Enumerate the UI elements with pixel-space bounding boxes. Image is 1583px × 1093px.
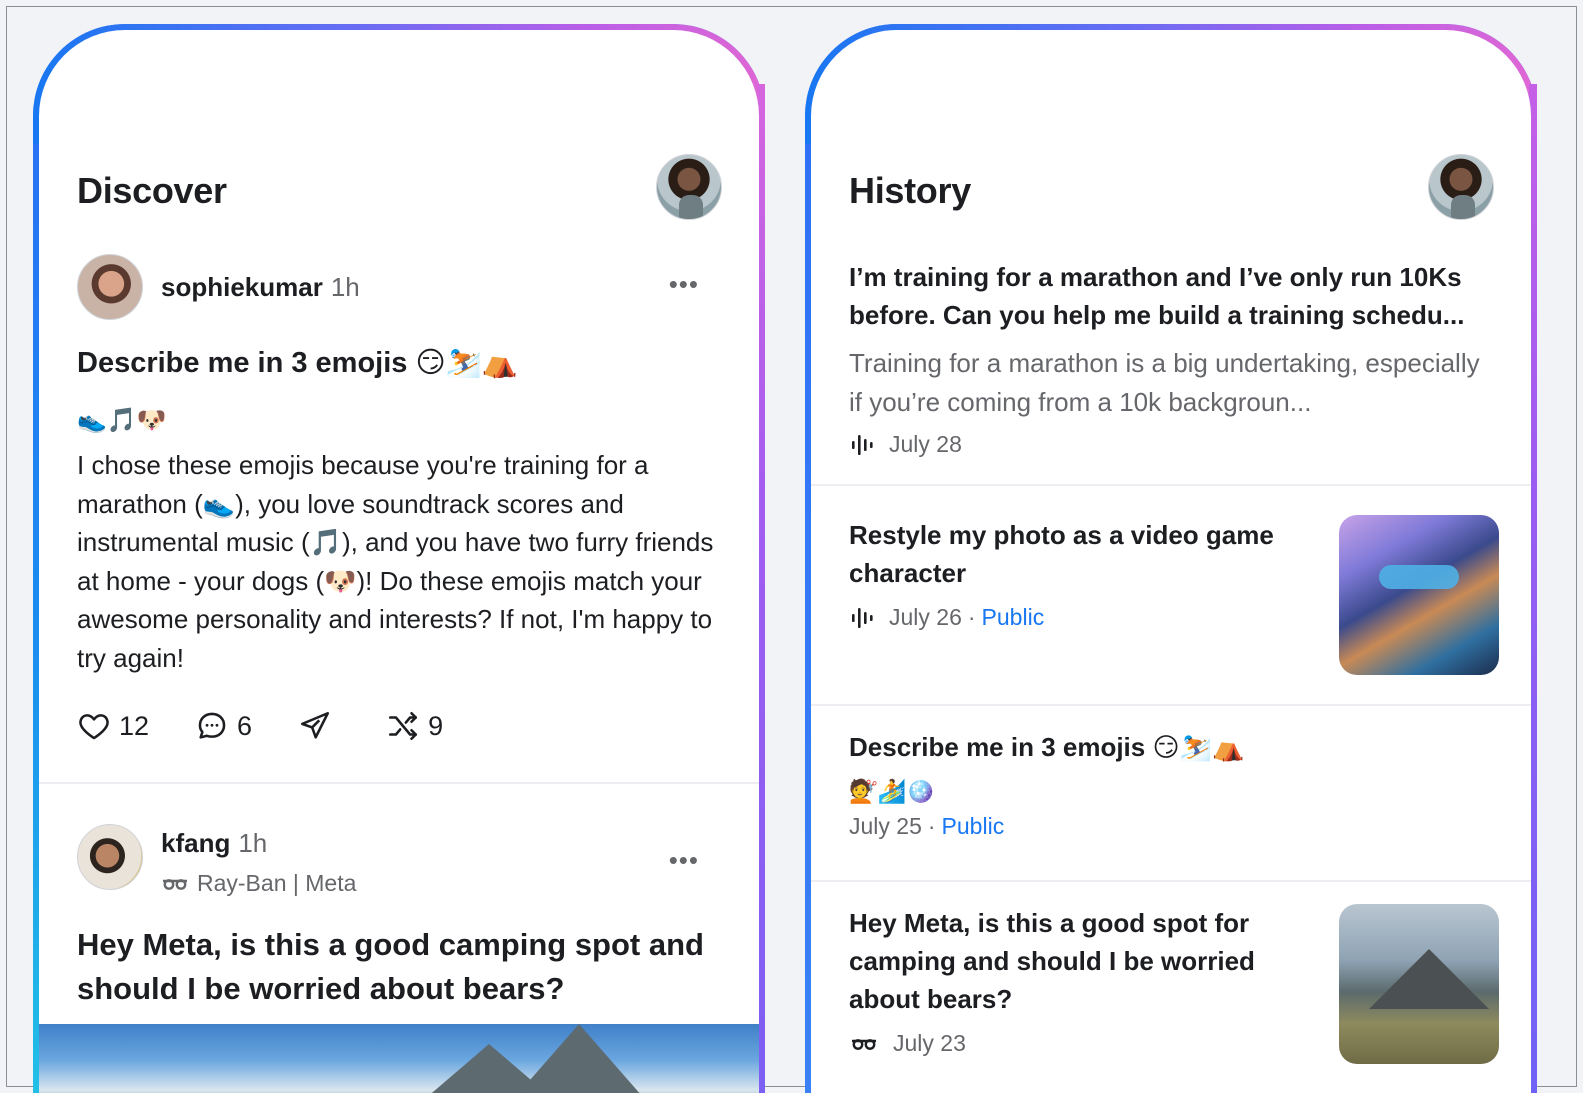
page-title: History — [849, 170, 971, 211]
history-divider — [811, 880, 1531, 882]
meta-separator: · — [927, 813, 936, 839]
history-item[interactable]: Restyle my photo as a video game charact… — [849, 516, 1319, 631]
post-time: 1h — [330, 272, 360, 302]
glasses-icon — [163, 878, 187, 890]
post-header: sophiekumar 1h ••• — [77, 254, 717, 320]
visibility-link[interactable]: Public — [942, 813, 1005, 840]
share-button[interactable] — [298, 709, 340, 743]
history-emojis: 💇🏄🪩 — [849, 779, 935, 805]
heart-icon — [79, 714, 109, 740]
device-label: Ray-Ban | Meta — [161, 870, 356, 897]
post-divider — [39, 782, 759, 784]
page-title: Discover — [77, 170, 227, 211]
voice-waveform-icon — [852, 434, 873, 455]
history-meta: July 26 · Public — [849, 604, 1319, 631]
post-body: I chose these emojis because you're trai… — [77, 450, 714, 673]
like-button[interactable]: 12 — [77, 709, 149, 743]
history-item[interactable]: Hey Meta, is this a good spot for campin… — [849, 904, 1299, 1057]
history-divider — [811, 704, 1531, 706]
remix-button[interactable]: 9 — [386, 709, 443, 743]
comment-count: 6 — [237, 710, 253, 741]
history-thumbnail[interactable] — [1339, 515, 1499, 675]
post-title: Describe me in 3 emojis 😏⛷️⛺ — [77, 347, 518, 379]
post-time: 1h — [238, 828, 268, 858]
post-author[interactable]: kfang 1h — [161, 828, 267, 859]
meta-separator: · — [967, 604, 976, 630]
history-meta: July 28 — [849, 431, 1499, 458]
send-icon — [301, 711, 330, 739]
voice-waveform-icon — [852, 607, 873, 628]
history-question: Restyle my photo as a video game charact… — [849, 520, 1274, 588]
device-name: Ray-Ban | Meta — [197, 870, 357, 896]
history-thumbnail[interactable] — [1339, 904, 1499, 1064]
glasses-icon — [852, 1038, 876, 1050]
history-item[interactable]: Describe me in 3 emojis 😏⛷️⛺ 💇🏄🪩 July 25… — [849, 728, 1499, 840]
post-header: kfang 1h Ray-Ban | Meta ••• — [77, 824, 717, 904]
profile-avatar[interactable] — [656, 154, 722, 220]
history-date: July 25 — [849, 813, 922, 839]
username[interactable]: kfang — [161, 828, 230, 858]
post-title: Hey Meta, is this a good camping spot an… — [77, 927, 704, 1006]
avatar[interactable] — [77, 824, 143, 890]
avatar[interactable] — [77, 254, 143, 320]
history-answer: Training for a marathon is a big underta… — [849, 348, 1480, 417]
history-question: Describe me in 3 emojis 😏⛷️⛺ — [849, 732, 1245, 762]
visibility-link[interactable]: Public — [982, 604, 1045, 631]
post-image[interactable] — [39, 1024, 759, 1093]
history-phone-frame: History I’m training for a marathon and … — [805, 24, 1537, 1093]
username[interactable]: sophiekumar — [161, 272, 323, 302]
post-author[interactable]: sophiekumar 1h — [161, 272, 360, 303]
history-date: July 28 — [889, 431, 962, 457]
history-meta: July 25 · Public — [849, 813, 1499, 840]
image-mountain — [509, 1024, 649, 1093]
post-actions: 12 6 9 — [77, 706, 489, 746]
shuffle-icon — [389, 711, 418, 741]
discover-phone-frame: Discover sophiekumar 1h ••• Describe me i… — [33, 24, 765, 1093]
history-question: Hey Meta, is this a good spot for campin… — [849, 908, 1255, 1014]
discover-screen: Discover sophiekumar 1h ••• Describe me i… — [39, 30, 759, 1093]
remix-count: 9 — [428, 710, 444, 741]
comment-icon — [198, 712, 226, 739]
comment-button[interactable]: 6 — [195, 709, 252, 743]
history-date: July 23 — [893, 1030, 966, 1056]
post-emojis: 👟🎵🐶 — [77, 406, 167, 434]
history-date: July 26 — [889, 604, 962, 630]
like-count: 12 — [119, 710, 150, 741]
more-options-icon[interactable]: ••• — [669, 271, 699, 297]
history-screen: History I’m training for a marathon and … — [811, 30, 1531, 1093]
history-meta: July 23 — [849, 1030, 1299, 1057]
more-options-icon[interactable]: ••• — [669, 847, 699, 873]
profile-avatar[interactable] — [1428, 154, 1494, 220]
history-divider — [811, 484, 1531, 486]
history-question: I’m training for a marathon and I’ve onl… — [849, 262, 1465, 330]
history-item[interactable]: I’m training for a marathon and I’ve onl… — [849, 258, 1499, 458]
